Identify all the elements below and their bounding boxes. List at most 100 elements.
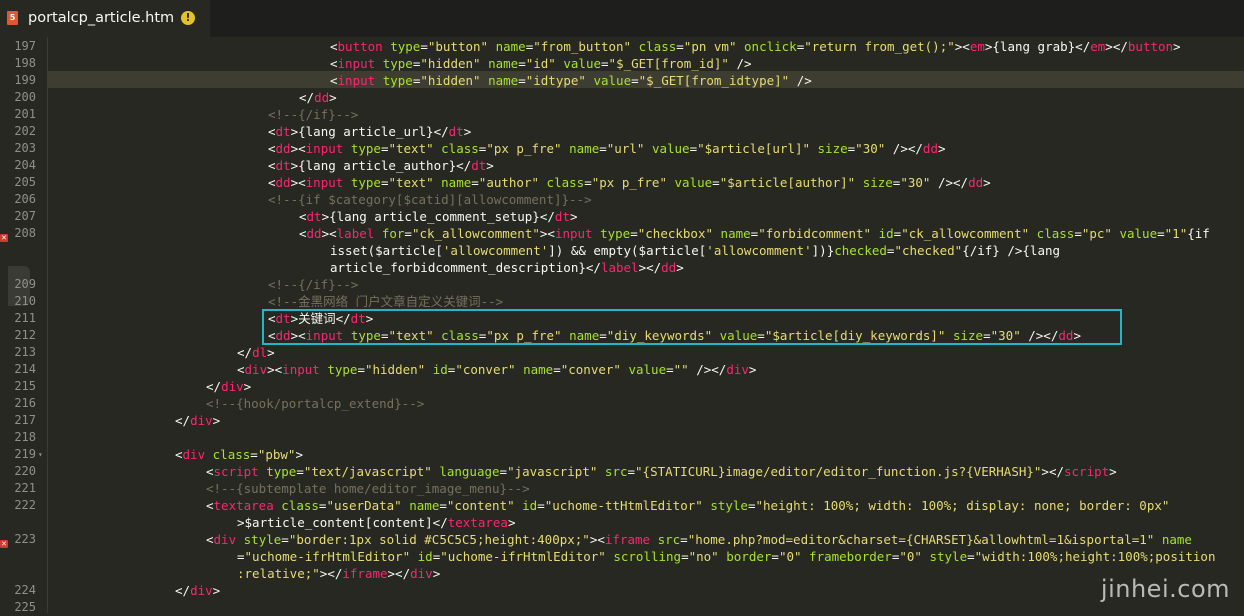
- code-token: </: [206, 379, 222, 394]
- warning-icon[interactable]: !: [181, 11, 195, 25]
- line-number: 207: [14, 209, 36, 223]
- line-number: 202: [14, 124, 36, 138]
- code-token: <: [962, 39, 970, 54]
- code-line[interactable]: 207 <dt>{lang article_comment_setup}</dt>: [0, 208, 1244, 225]
- html5-icon: 5: [7, 11, 18, 25]
- code-token: =: [689, 141, 698, 156]
- fold-arrow-icon[interactable]: ▾: [38, 446, 43, 463]
- code-line[interactable]: 216 <!--{hook/portalcp_extend}-->: [0, 395, 1244, 412]
- code-token: {/if} />{lang: [962, 243, 1061, 258]
- code-line[interactable]: article_forbidcomment_description}</labe…: [0, 259, 1244, 276]
- code-line[interactable]: 219 ▾ <div class="pbw">: [0, 446, 1244, 463]
- code-line[interactable]: 220 <script type="text/javascript" langua…: [0, 463, 1244, 480]
- code-line[interactable]: 225: [0, 599, 1244, 616]
- code-text: article_forbidcomment_description}</labe…: [330, 259, 684, 276]
- code-token: <: [299, 209, 307, 224]
- code-token: div: [190, 583, 213, 598]
- line-number: 213: [14, 345, 36, 359]
- code-token: input: [282, 362, 320, 377]
- code-token: dd: [275, 175, 291, 190]
- code-token: "$_GET[from_id]": [608, 56, 729, 71]
- code-line[interactable]: 201 <!--{/if}-->: [0, 106, 1244, 123]
- code-token: div: [221, 379, 244, 394]
- code-token: </: [299, 90, 315, 105]
- code-token: =: [250, 447, 258, 462]
- code-line[interactable]: 221 <!--{subtemplate home/editor_image_me…: [0, 480, 1244, 497]
- code-line[interactable]: 198 <input type="hidden" name="id" value=…: [0, 55, 1244, 72]
- line-number: 209: [14, 277, 36, 291]
- code-token: value: [628, 362, 667, 377]
- code-token: "pc": [1081, 226, 1112, 241]
- code-token: style: [243, 532, 282, 547]
- code-line[interactable]: 199 <input type="hidden" name="idtype" va…: [0, 72, 1244, 89]
- code-token: type: [350, 175, 381, 190]
- code-line[interactable]: 218: [0, 429, 1244, 446]
- code-token: dl: [252, 345, 268, 360]
- code-line[interactable]: 210 <!--金黑网络 门户文章自定义关键词-->: [0, 293, 1244, 310]
- code-line[interactable]: 222 <textarea class="userData" name="cont…: [0, 497, 1244, 514]
- code-line[interactable]: 204 <dt>{lang article_author}</dt>: [0, 157, 1244, 174]
- code-token: >: [295, 447, 303, 462]
- code-token: "0": [778, 549, 802, 564]
- code-token: button: [337, 39, 383, 54]
- code-token: "forbidcomment": [758, 226, 872, 241]
- code-token: type: [382, 73, 413, 88]
- code-line[interactable]: isset($article['allowcomment']) && empty…: [0, 242, 1244, 259]
- code-token: name: [720, 226, 751, 241]
- code-token: <: [299, 226, 307, 241]
- code-line[interactable]: >$article_content[content]</textarea>: [0, 514, 1244, 531]
- code-token: id: [417, 549, 433, 564]
- code-line[interactable]: 213 </dl>: [0, 344, 1244, 361]
- code-token: value: [1119, 226, 1158, 241]
- code-line[interactable]: 206 <!--{if $category[$catid][allowcommen…: [0, 191, 1244, 208]
- code-token: ></: [387, 566, 411, 581]
- code-token: /></: [885, 141, 923, 156]
- code-line[interactable]: 200 </dd>: [0, 89, 1244, 106]
- code-token: =: [357, 362, 365, 377]
- code-token: script: [213, 464, 259, 479]
- code-line[interactable]: 203 <dd><input type="text" class="px p_fr…: [0, 140, 1244, 157]
- error-icon[interactable]: ✕: [0, 540, 8, 548]
- error-icon[interactable]: ✕: [0, 234, 8, 242]
- code-token: name: [488, 56, 519, 71]
- code-line[interactable]: 205 <dd><input type="text" name="author" …: [0, 174, 1244, 191]
- code-line[interactable]: :relative;"></iframe></div>: [0, 565, 1244, 582]
- code-token: article_forbidcomment_description}</: [330, 260, 601, 275]
- code-line[interactable]: 215 </div>: [0, 378, 1244, 395]
- code-line[interactable]: 223 ✕ <div style="border:1px solid #C5C5C5…: [0, 531, 1244, 548]
- code-token: =: [771, 549, 779, 564]
- code-token: "hidden": [364, 362, 426, 377]
- tab-portalcp-article[interactable]: 5 portalcp_article.htm !: [0, 0, 210, 39]
- code-line[interactable]: 217 </div>: [0, 412, 1244, 429]
- code-line[interactable]: 197 <button type="button" name="from_butt…: [0, 38, 1244, 55]
- code-token: "conver": [560, 362, 621, 377]
- code-token: type: [327, 362, 358, 377]
- code-line[interactable]: 202 <dt>{lang article_url}</dt>: [0, 123, 1244, 140]
- code-token: "checkbox": [637, 226, 714, 241]
- code-token: =: [601, 56, 609, 71]
- code-token: dt: [275, 124, 291, 139]
- code-text: <dt>{lang article_url}</dt>: [268, 123, 471, 140]
- code-token: script: [1064, 464, 1110, 479]
- code-token: input: [337, 56, 376, 71]
- code-token: button: [1127, 39, 1174, 54]
- code-token: dt: [275, 158, 291, 173]
- code-line[interactable]: 224 </div>: [0, 582, 1244, 599]
- code-token: <: [330, 39, 338, 54]
- code-token: "id": [525, 56, 556, 71]
- code-line[interactable]: 209 <!--{/if}-->: [0, 276, 1244, 293]
- code-token: "$article[url]": [697, 141, 810, 156]
- code-token: <!--{if $category[$catid][allowcomment]}…: [268, 192, 592, 207]
- code-token: ></: [319, 566, 343, 581]
- code-token: name: [523, 362, 554, 377]
- code-line[interactable]: 214 <div><input type="hidden" id="conver"…: [0, 361, 1244, 378]
- code-token: language: [439, 464, 500, 479]
- code-text: <div><input type="hidden" id="conver" na…: [237, 361, 756, 378]
- code-token: dd: [922, 141, 938, 156]
- code-line[interactable]: ="uchome-ifrHtmlEditor" id="uchome-ifrHt…: [0, 548, 1244, 565]
- code-token: =: [584, 175, 592, 190]
- code-line[interactable]: 208 ✕ <dd><label for="ck_allowcomment"><in…: [0, 225, 1244, 242]
